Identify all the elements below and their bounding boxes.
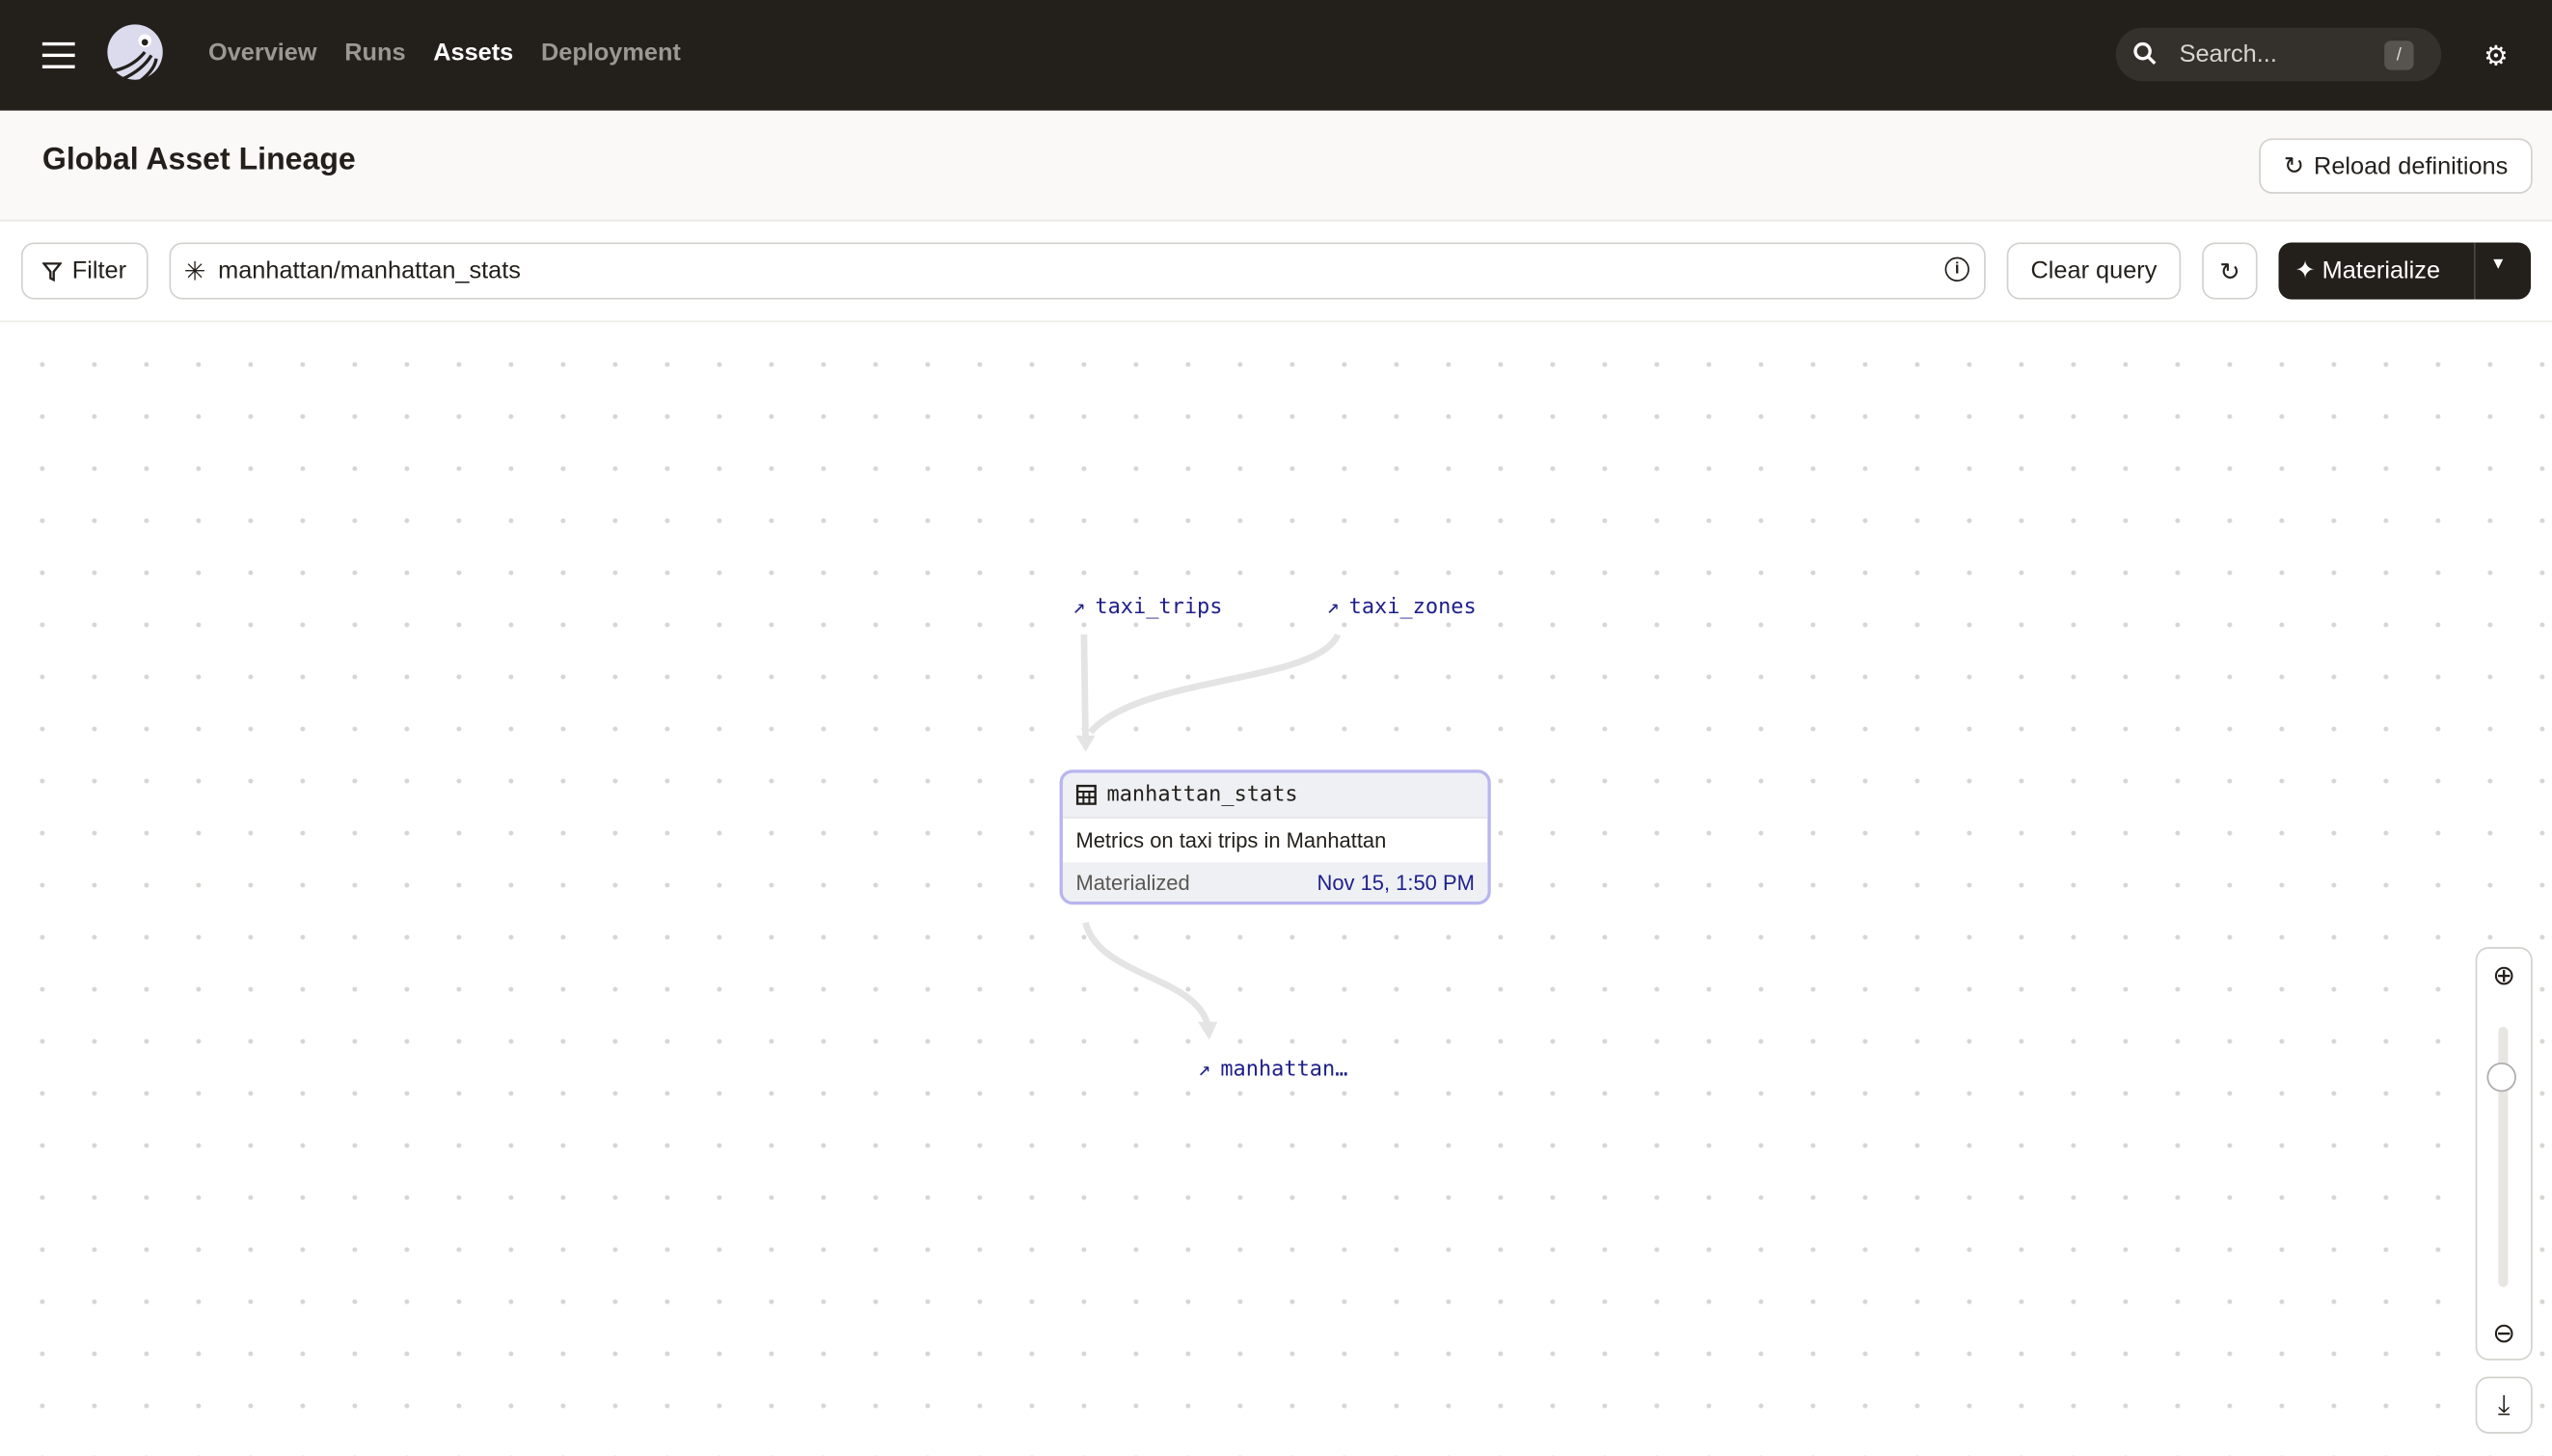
- external-link-icon: ↗: [1072, 595, 1086, 620]
- table-icon: [1075, 784, 1097, 805]
- external-link-icon: ↗: [1326, 595, 1340, 620]
- zoom-out-icon[interactable]: ⊖: [2477, 1307, 2531, 1361]
- edge-downstream: [1082, 921, 1211, 1027]
- node-name: manhattan_stats: [1106, 782, 1298, 807]
- lineage-edges: [1075, 633, 1342, 1040]
- asset-node-manhattan-stats[interactable]: manhattan_stats Metrics on taxi trips in…: [1059, 769, 1491, 905]
- external-link-icon: ↗: [1198, 1057, 1211, 1083]
- downstream-asset[interactable]: ↗ manhattan…: [1198, 1058, 1347, 1082]
- upstream-asset-taxi-trips[interactable]: ↗ taxi_trips: [1072, 596, 1222, 620]
- asset-name: manhattan…: [1220, 1057, 1348, 1083]
- zoom-control: ⊕ ⊖: [2475, 947, 2533, 1361]
- edge-taxi-zones: [1088, 633, 1342, 735]
- download-icon[interactable]: ⤓: [2475, 1376, 2533, 1434]
- asset-name: taxi_zones: [1348, 595, 1477, 620]
- edge-arrow-out: [1198, 1021, 1218, 1040]
- node-status: Materialized: [1075, 870, 1190, 896]
- node-timestamp[interactable]: Nov 15, 1:50 PM: [1317, 871, 1474, 895]
- zoom-in-icon[interactable]: ⊕: [2477, 949, 2531, 1003]
- edge-arrow-in: [1075, 735, 1096, 752]
- node-description: Metrics on taxi trips in Manhattan: [1062, 817, 1488, 862]
- asset-name: taxi_trips: [1095, 595, 1223, 620]
- edge-taxi-trips: [1080, 634, 1089, 741]
- zoom-slider-handle[interactable]: [2486, 1062, 2516, 1092]
- upstream-asset-taxi-zones[interactable]: ↗ taxi_zones: [1326, 596, 1476, 620]
